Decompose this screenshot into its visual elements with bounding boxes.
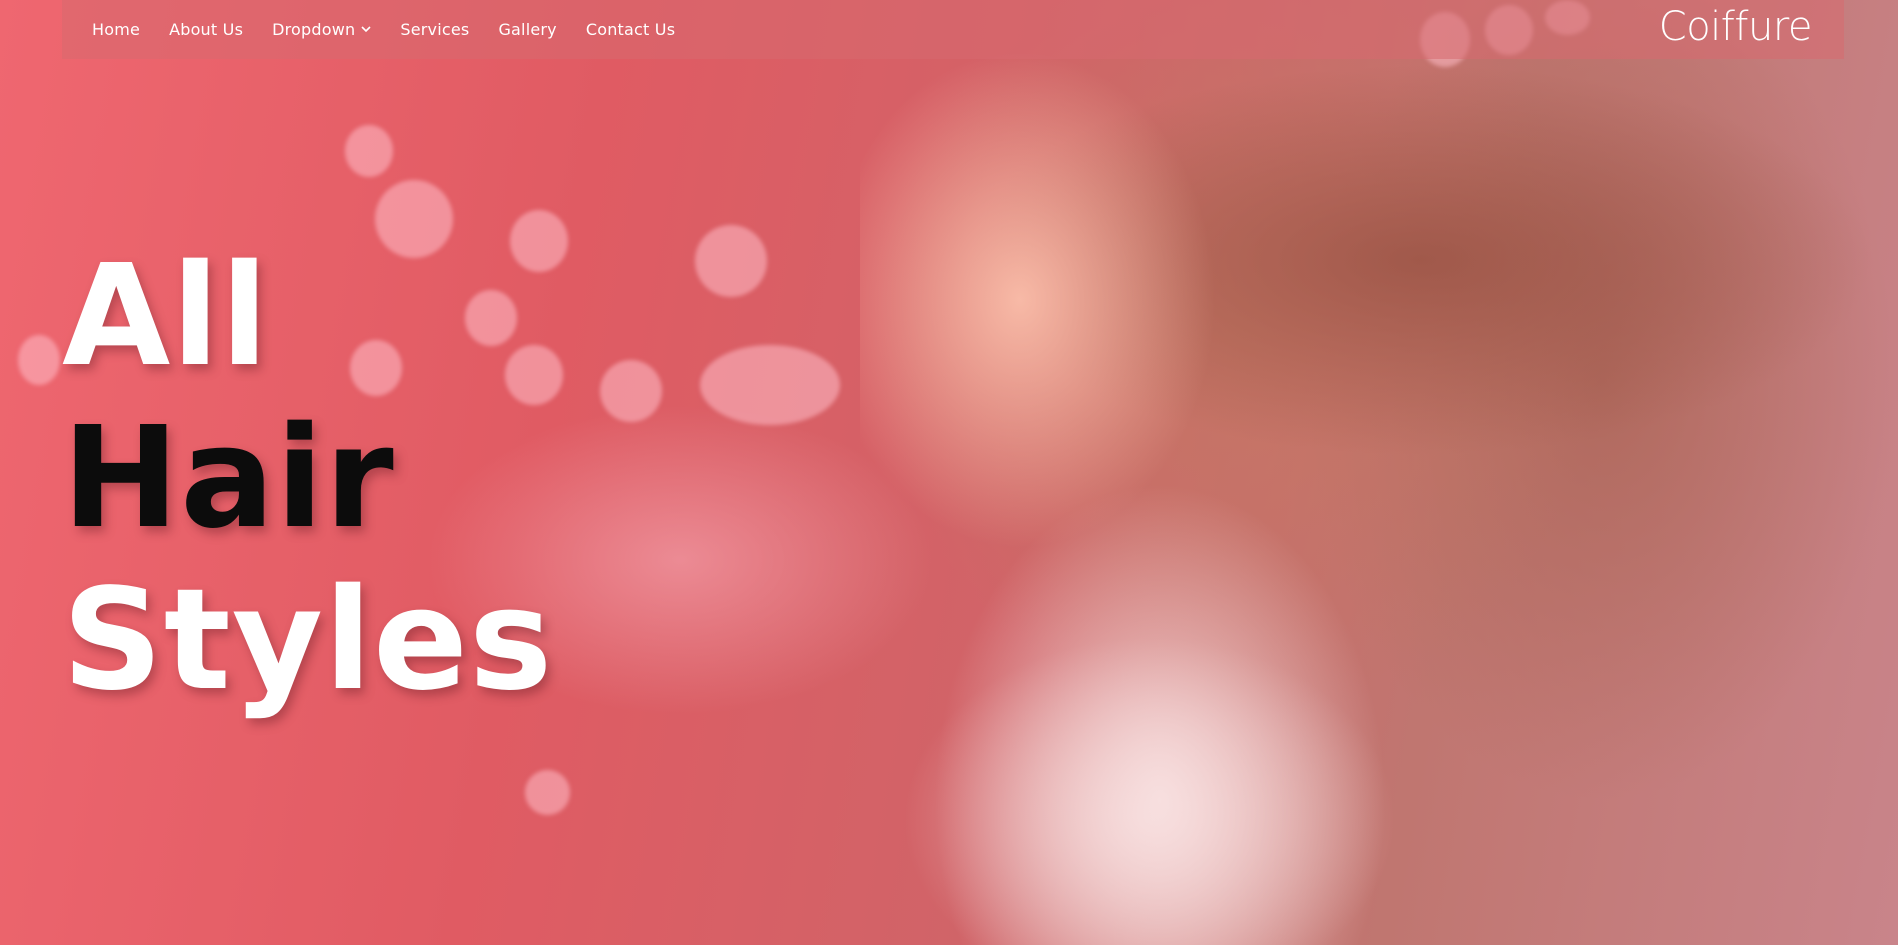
headline-line-3: Styles xyxy=(62,559,554,722)
top-navbar: Home About Us Dropdown Services Gallery … xyxy=(62,0,1844,59)
hero-headline: All Hair Styles xyxy=(62,236,553,722)
hero-section: Home About Us Dropdown Services Gallery … xyxy=(0,0,1898,945)
brand-logo[interactable]: Coiffure xyxy=(1659,4,1813,50)
bokeh-light xyxy=(345,125,393,177)
bokeh-light xyxy=(525,770,570,815)
bokeh-light xyxy=(18,335,60,385)
nav-home-link[interactable]: Home xyxy=(92,20,140,39)
nav-item-label: Dropdown xyxy=(272,20,356,39)
hero-photo xyxy=(860,0,1898,945)
nav-item-label: About Us xyxy=(169,20,244,39)
nav-item-label: Gallery xyxy=(498,20,557,39)
nav-item-label: Services xyxy=(400,20,470,39)
bokeh-light xyxy=(600,360,662,422)
nav-item-label: Contact Us xyxy=(585,20,676,39)
nav-about-link[interactable]: About Us xyxy=(169,20,243,39)
nav-dropdown-toggle[interactable]: Dropdown xyxy=(272,20,371,39)
bokeh-light xyxy=(700,345,840,425)
headline-line-1: All xyxy=(62,235,270,398)
chevron-down-icon xyxy=(361,25,371,36)
headline-line-2: Hair xyxy=(62,397,395,560)
nav-contact-link[interactable]: Contact Us xyxy=(586,20,675,39)
bokeh-light xyxy=(695,225,767,297)
nav-item-label: Home xyxy=(92,20,141,39)
nav-gallery-link[interactable]: Gallery xyxy=(498,20,556,39)
nav-menu: Home About Us Dropdown Services Gallery … xyxy=(92,20,704,39)
nav-services-link[interactable]: Services xyxy=(400,20,469,39)
